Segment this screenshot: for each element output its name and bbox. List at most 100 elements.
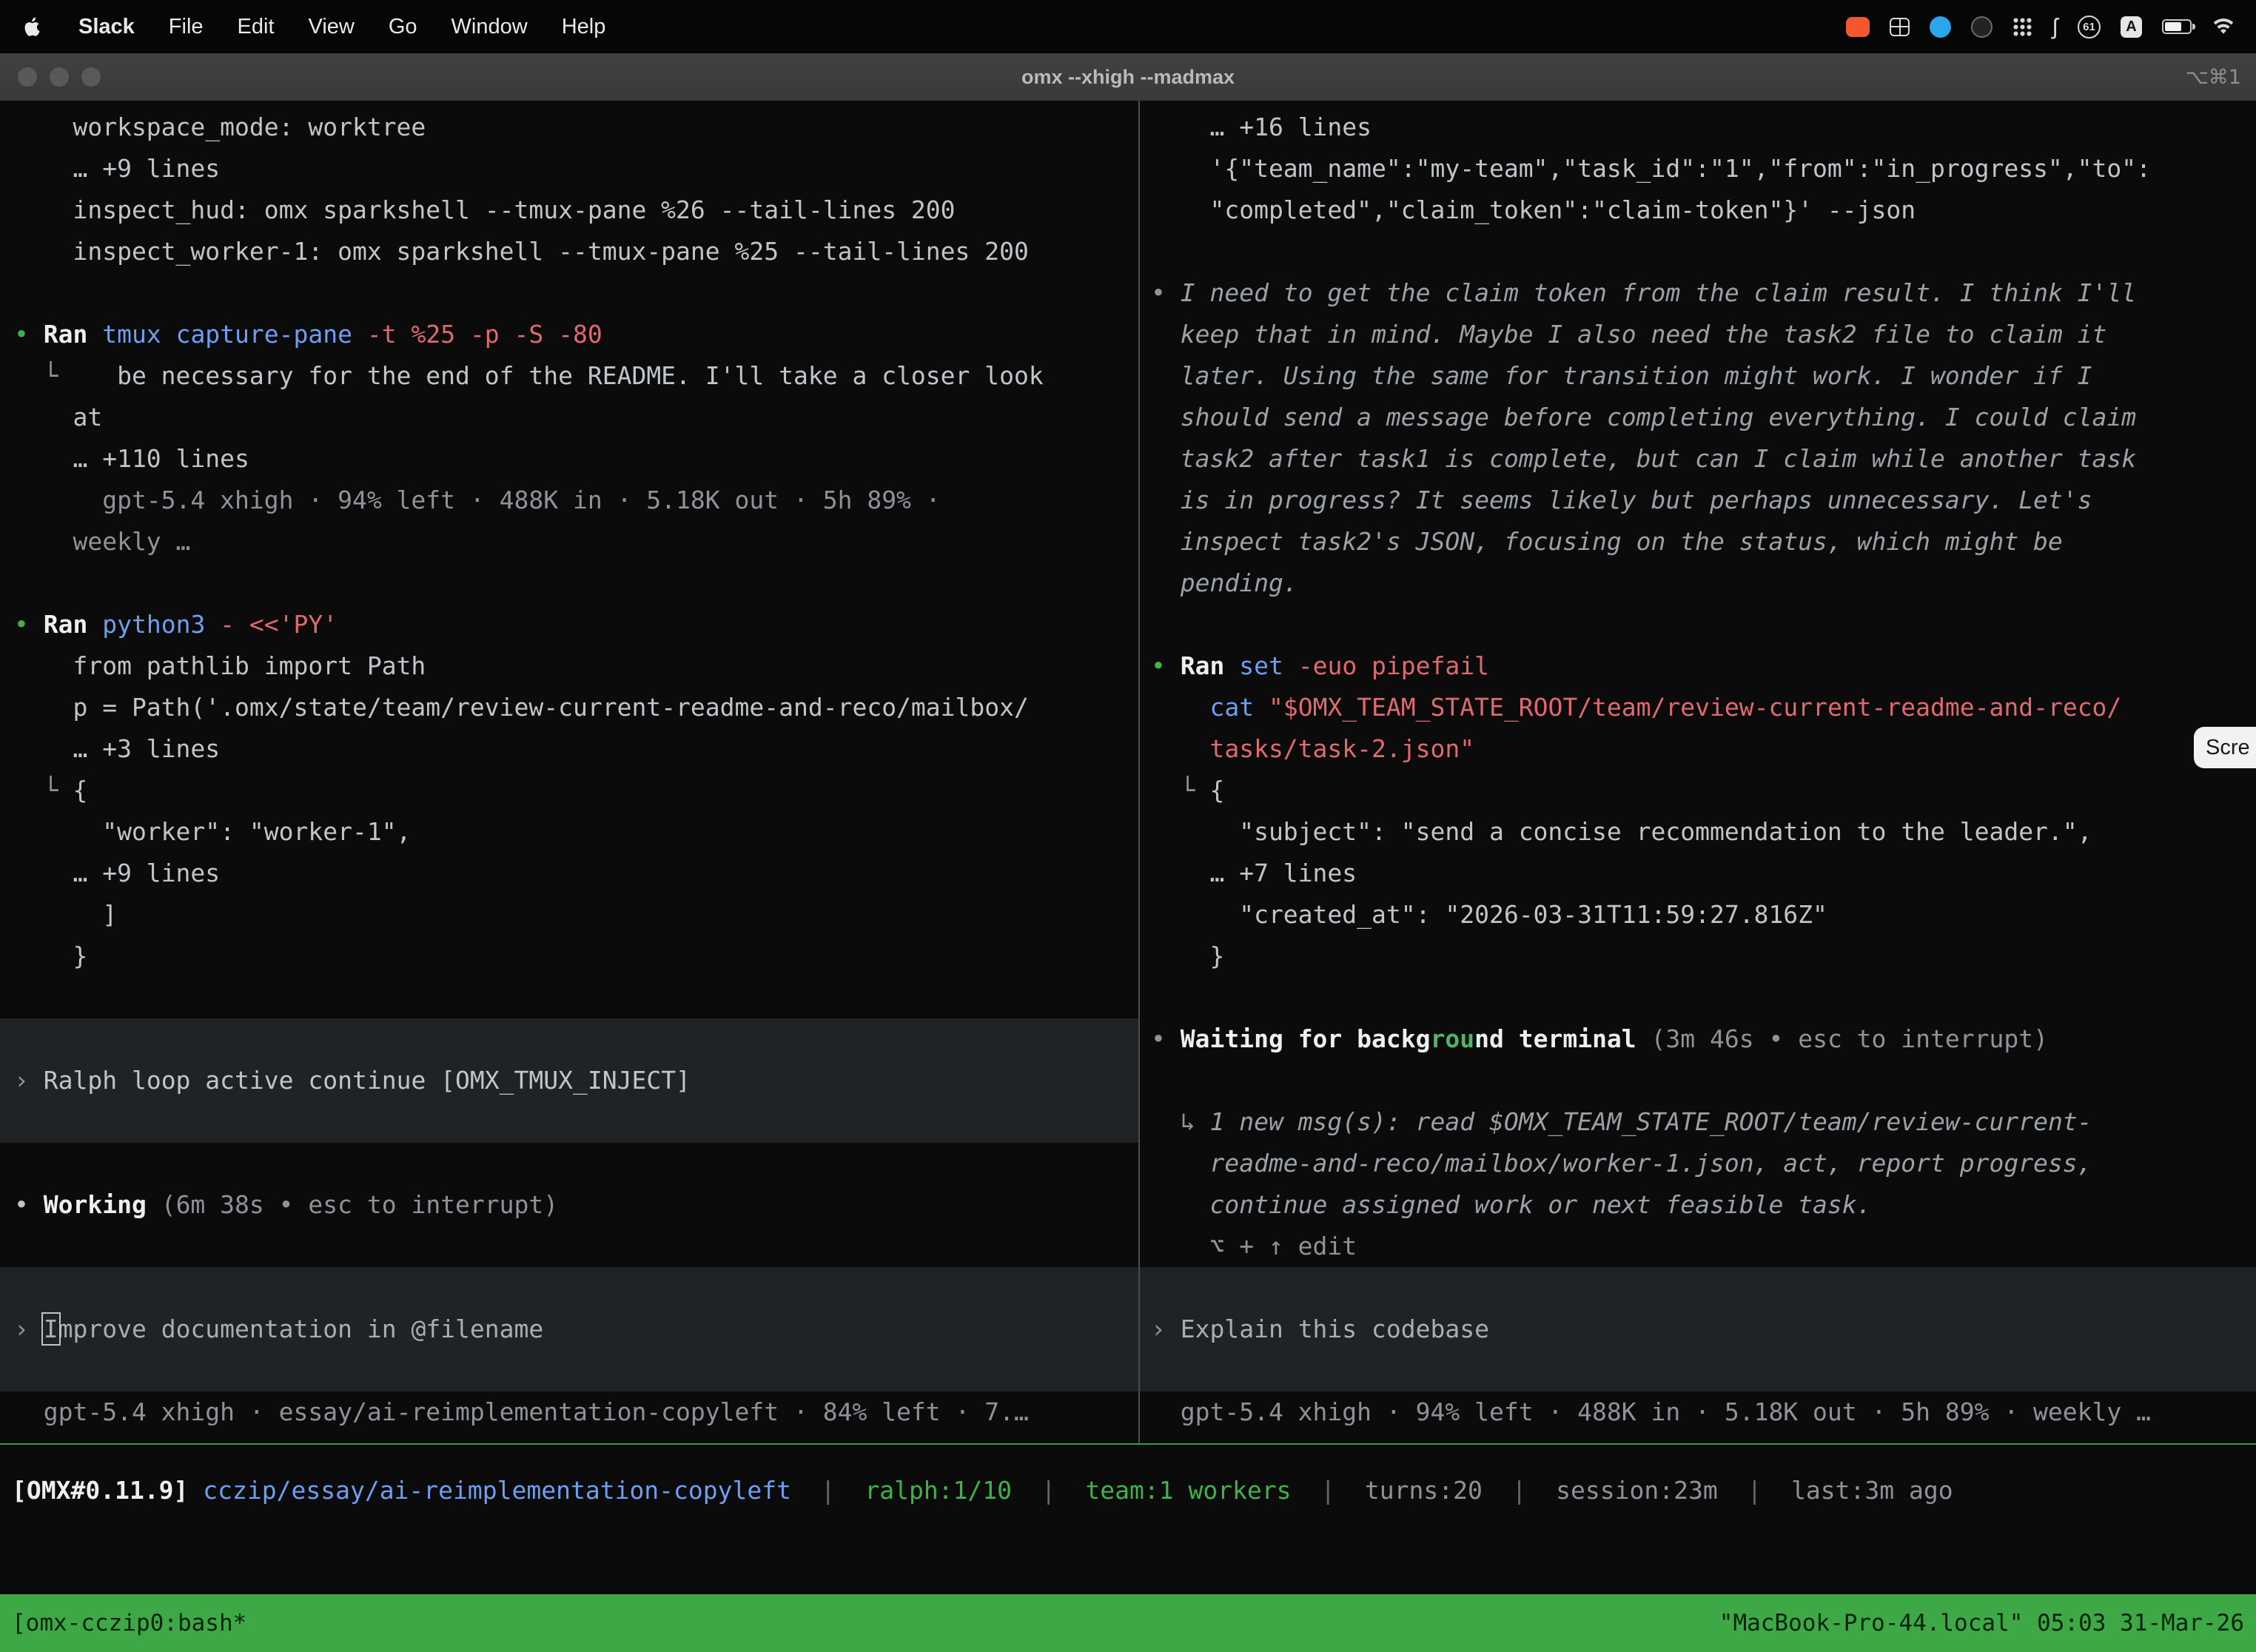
text-segment: (3m 46s • esc to interrupt) xyxy=(1636,1024,2048,1053)
menu-edit[interactable]: Edit xyxy=(238,15,275,39)
text-segment xyxy=(1151,693,1209,722)
zoom-button[interactable] xyxy=(81,67,101,87)
omx-status-line: [OMX#0.11.9] cczip/essay/ai-reimplementa… xyxy=(0,1470,2256,1511)
terminal-line: p = Path('.omx/state/team/review-current… xyxy=(0,687,1138,728)
text-segment: gpt-5.4 xhigh · 94% left · 488K in · 5.1… xyxy=(14,486,941,514)
text-segment: inspect task2's JSON, focusing on the st… xyxy=(1151,527,2063,556)
menu-go[interactable]: Go xyxy=(389,15,417,39)
terminal-line xyxy=(0,977,1138,1018)
battery-icon[interactable] xyxy=(2162,19,2192,34)
screen: Slack File Edit View Go Window Help ʃ 61 A omx -… xyxy=(0,0,2256,1652)
terminal-line: is in progress? It seems likely but perh… xyxy=(1140,480,2256,521)
text-segment: -euo pipefail xyxy=(1283,651,1489,680)
swift-app-icon[interactable] xyxy=(1930,16,1951,38)
terminal-line xyxy=(1140,1060,2256,1101)
terminal-line: … +9 lines xyxy=(0,853,1138,894)
text-segment: "subject": "send a concise recommendatio… xyxy=(1151,817,2092,846)
badge-61-icon[interactable]: 61 xyxy=(2078,16,2101,38)
keyboard-layout-icon[interactable]: A xyxy=(2121,16,2142,38)
minimize-button[interactable] xyxy=(50,67,69,87)
terminal-line xyxy=(0,1101,1138,1143)
terminal-line: … +16 lines xyxy=(1140,107,2256,148)
text-segment: (6m 38s • esc to interrupt) xyxy=(147,1190,558,1219)
tmux-pane-right: … +16 lines '{"team_name":"my-team","tas… xyxy=(1140,107,2256,1433)
terminal-line xyxy=(0,563,1138,604)
terminal-line: should send a message before completing … xyxy=(1140,397,2256,438)
text-segment: … +110 lines xyxy=(14,444,249,473)
terminal-line: gpt-5.4 xhigh · 94% left · 488K in · 5.1… xyxy=(1140,1391,2256,1433)
terminal-line: readme-and-reco/mailbox/worker-1.json, a… xyxy=(1140,1143,2256,1184)
status-segment: last:3m ago xyxy=(1791,1476,1953,1505)
status-segment: [OMX#0.11.9] xyxy=(12,1476,203,1505)
screen-share-overlay-button[interactable]: Scre xyxy=(2194,727,2256,768)
menu-bar: Slack File Edit View Go Window Help ʃ 61 A xyxy=(0,0,2256,53)
text-segment: I need to get the claim token from the c… xyxy=(1181,278,2136,307)
text-segment: python3 xyxy=(102,610,205,639)
terminal-line: … +3 lines xyxy=(0,728,1138,770)
terminal-line: • I need to get the claim token from the… xyxy=(1140,272,2256,314)
text-segment: ↳ xyxy=(1151,1107,1209,1136)
prompt-input[interactable]: › Ralph loop active continue [OMX_TMUX_I… xyxy=(0,1060,1138,1101)
text-segment: } xyxy=(1151,941,1224,970)
text-segment: later. Using the same for transition mig… xyxy=(1151,361,2092,390)
text-segment: • xyxy=(1151,651,1181,680)
text-segment: Working xyxy=(44,1190,147,1219)
status-segment: cczip/essay/ai-reimplementation-copyleft xyxy=(203,1476,791,1505)
terminal-line: … +7 lines xyxy=(1140,853,2256,894)
status-segment: turns:20 xyxy=(1365,1476,1483,1505)
text-segment: readme-and-reco/mailbox/worker-1.json, a… xyxy=(1151,1149,2092,1178)
prompt-input[interactable]: › Explain this codebase xyxy=(1140,1309,2256,1350)
hook-icon[interactable]: ʃ xyxy=(2052,13,2058,40)
text-segment: └ xyxy=(14,361,117,390)
text-segment: … +3 lines xyxy=(14,734,220,763)
terminal-line: keep that in mind. Maybe I also need the… xyxy=(1140,314,2256,355)
terminal-line: └ be necessary for the end of the README… xyxy=(0,355,1138,397)
apple-menu-icon[interactable] xyxy=(21,15,44,38)
terminal-line: gpt-5.4 xhigh · essay/ai-reimplementatio… xyxy=(0,1391,1138,1433)
menu-file[interactable]: File xyxy=(169,15,204,39)
text-segment: I xyxy=(44,1314,58,1343)
text-segment: ⌥ + ↑ edit xyxy=(1151,1232,1357,1260)
menu-view[interactable]: View xyxy=(309,15,355,39)
menu-help[interactable]: Help xyxy=(562,15,606,39)
close-button[interactable] xyxy=(18,67,37,87)
text-segment: '{"team_name":"my-team","task_id":"1","f… xyxy=(1151,154,2151,183)
terminal-line: … +9 lines xyxy=(0,148,1138,189)
terminal-line xyxy=(1140,604,2256,645)
terminal-line: ⌥ + ↑ edit xyxy=(1140,1226,2256,1267)
terminal-line: later. Using the same for transition mig… xyxy=(1140,355,2256,397)
text-segment: at xyxy=(14,403,102,432)
window-grid-icon[interactable] xyxy=(1890,18,1910,36)
window-title-bar: omx --xhigh --madmax ⌥⌘1 xyxy=(0,53,2256,101)
text-segment: gpt-5.4 xhigh · 94% left · 488K in · 5.1… xyxy=(1151,1397,2151,1426)
text-segment: workspace_mode: worktree xyxy=(14,113,426,141)
menu-bar-left: Slack File Edit View Go Window Help xyxy=(21,15,605,39)
terminal-line: "created_at": "2026-03-31T11:59:27.816Z" xyxy=(1140,894,2256,936)
text-segment: continue assigned work or next feasible … xyxy=(1151,1190,1872,1219)
text-segment: • xyxy=(14,320,44,349)
dark-app-icon[interactable] xyxy=(1971,16,1993,38)
wifi-icon[interactable] xyxy=(2212,17,2235,36)
text-segment: task2 after task1 is complete, but can I… xyxy=(1151,444,2136,473)
prompt-input[interactable]: › Improve documentation in @filename xyxy=(0,1309,1138,1350)
terminal-line: workspace_mode: worktree xyxy=(0,107,1138,148)
text-segment: Ralph loop active continue [OMX_TMUX_INJ… xyxy=(44,1066,691,1095)
menu-window[interactable]: Window xyxy=(451,15,528,39)
pane-bottom-border xyxy=(0,1443,2256,1445)
text-segment: -t %25 -p -S -80 xyxy=(352,320,602,349)
menu-slack[interactable]: Slack xyxy=(78,15,135,39)
dots-grid-icon[interactable] xyxy=(2012,17,2032,37)
terminal-line: inspect_worker-1: omx sparkshell --tmux-… xyxy=(0,231,1138,272)
text-segment: • xyxy=(14,1190,44,1219)
terminal-line: • Working (6m 38s • esc to interrupt) xyxy=(0,1184,1138,1226)
text-segment: … +9 lines xyxy=(14,154,220,183)
terminal-line: cat "$OMX_TEAM_STATE_ROOT/team/review-cu… xyxy=(1140,687,2256,728)
text-segment: } xyxy=(14,941,87,970)
text-segment: tmux capture-pane xyxy=(102,320,352,349)
text-segment: › xyxy=(14,1314,44,1343)
status-segment: | xyxy=(1483,1476,1556,1505)
status-segment: | xyxy=(1718,1476,1791,1505)
screen-recording-icon[interactable] xyxy=(1846,17,1870,37)
window-controls xyxy=(18,67,101,87)
terminal-line: } xyxy=(0,936,1138,977)
